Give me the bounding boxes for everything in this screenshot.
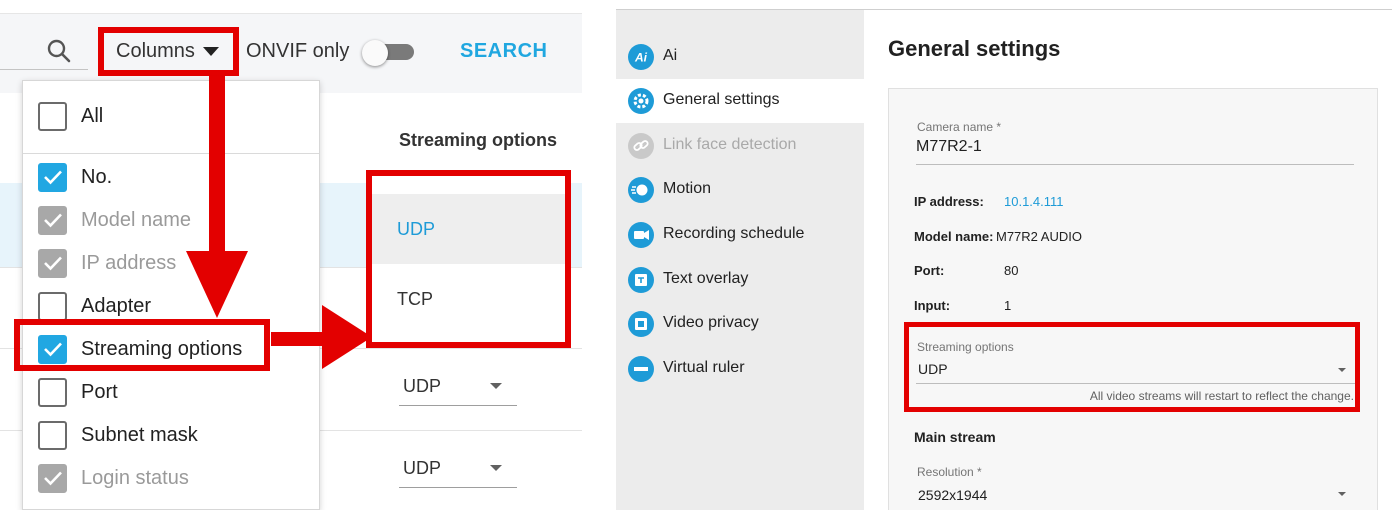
ip-address-key: IP address: bbox=[914, 194, 984, 209]
camera-name-field[interactable]: M77R2-1 bbox=[916, 138, 982, 156]
annotation-arrow-down-head bbox=[186, 251, 248, 318]
menu-divider bbox=[23, 153, 319, 154]
streaming-option-tcp[interactable]: TCP bbox=[372, 264, 565, 334]
option-label: Port bbox=[81, 381, 118, 403]
annotation-arrow-down bbox=[209, 76, 225, 256]
sidebar-item-label: Motion bbox=[663, 180, 712, 197]
checkbox-checked-icon bbox=[38, 163, 67, 192]
column-option-port[interactable]: Port bbox=[23, 374, 319, 417]
resolution-select[interactable]: 2592x1944 bbox=[918, 487, 987, 503]
camera-settings-panel: Ai Ai General settings Link face detecti… bbox=[616, 0, 1392, 510]
column-option-all[interactable]: All bbox=[23, 98, 319, 141]
caret-down-icon bbox=[202, 47, 219, 56]
streaming-option-udp[interactable]: UDP bbox=[372, 194, 565, 264]
input-key: Input: bbox=[914, 298, 951, 313]
svg-text:Ai: Ai bbox=[634, 51, 648, 65]
video-camera-icon bbox=[628, 222, 654, 248]
sidebar-item-label: Virtual ruler bbox=[663, 359, 745, 376]
annotation-highlight-streaming-options bbox=[904, 322, 1360, 412]
ip-address-link[interactable]: 10.1.4.111 bbox=[1004, 194, 1064, 209]
ai-icon: Ai bbox=[628, 44, 654, 70]
annotation-highlight-streaming-option bbox=[14, 319, 270, 371]
camera-list-panel: Columns ONVIF only SEARCH Streaming opti… bbox=[0, 0, 582, 510]
streaming-select-value: UDP bbox=[403, 458, 442, 478]
search-icon[interactable] bbox=[46, 38, 72, 64]
column-option-subnet-mask[interactable]: Subnet mask bbox=[23, 417, 319, 460]
streaming-options-column-header[interactable]: Streaming options bbox=[399, 130, 557, 151]
checkbox-disabled-icon bbox=[38, 464, 67, 493]
sidebar-item-label: Ai bbox=[663, 47, 678, 64]
sidebar-item-label: Video privacy bbox=[663, 314, 759, 331]
toggle-knob bbox=[362, 40, 388, 66]
settings-sidebar: Ai Ai General settings Link face detecti… bbox=[616, 10, 864, 510]
checkbox-unchecked-icon bbox=[38, 378, 67, 407]
main-stream-title: Main stream bbox=[914, 429, 996, 445]
column-option-ip-address: IP address bbox=[23, 245, 319, 288]
ruler-icon bbox=[628, 356, 654, 382]
checkbox-disabled-icon bbox=[38, 249, 67, 278]
onvif-only-toggle[interactable] bbox=[362, 40, 414, 66]
port-value: 80 bbox=[1004, 263, 1019, 278]
panel-gap bbox=[582, 0, 616, 510]
model-name-key: Model name: bbox=[914, 229, 994, 244]
option-label: All bbox=[81, 105, 104, 127]
motion-icon bbox=[628, 177, 654, 203]
sidebar-item-text-overlay[interactable]: Text overlay bbox=[616, 258, 864, 302]
sidebar-item-general-settings[interactable]: General settings bbox=[616, 79, 864, 123]
privacy-mask-icon bbox=[628, 311, 654, 337]
resolution-label: Resolution * bbox=[917, 465, 982, 479]
sidebar-item-label: Recording schedule bbox=[663, 225, 805, 242]
search-input[interactable] bbox=[0, 69, 88, 70]
option-label: Adapter bbox=[81, 295, 152, 317]
streaming-select[interactable]: UDP bbox=[399, 372, 517, 406]
text-overlay-icon bbox=[628, 267, 654, 293]
dropdown-arrow-icon bbox=[490, 383, 502, 389]
column-option-login-status: Login status bbox=[23, 460, 319, 503]
camera-name-label: Camera name * bbox=[917, 120, 1002, 134]
sidebar-item-video-privacy[interactable]: Video privacy bbox=[616, 302, 864, 346]
search-button[interactable]: SEARCH bbox=[460, 40, 547, 63]
column-option-no[interactable]: No. bbox=[23, 159, 319, 202]
option-label: No. bbox=[81, 166, 113, 188]
sidebar-item-label: Text overlay bbox=[663, 270, 749, 287]
dropdown-arrow-icon bbox=[490, 465, 502, 471]
model-name-value: M77R2 AUDIO bbox=[996, 229, 1082, 244]
sidebar-item-virtual-ruler[interactable]: Virtual ruler bbox=[616, 347, 864, 391]
link-icon bbox=[628, 133, 654, 159]
sidebar-item-label: General settings bbox=[663, 91, 780, 108]
annotation-arrow-right bbox=[271, 332, 327, 346]
sidebar-item-ai[interactable]: Ai Ai bbox=[616, 35, 864, 79]
annotation-arrow-right-head bbox=[322, 305, 372, 369]
option-label: Model name bbox=[81, 209, 192, 231]
option-label: Login status bbox=[81, 467, 189, 489]
port-key: Port: bbox=[914, 263, 945, 278]
column-option-model-name: Model name bbox=[23, 202, 319, 245]
onvif-only-label: ONVIF only bbox=[246, 40, 350, 62]
screenshot-root: Columns ONVIF only SEARCH Streaming opti… bbox=[0, 0, 1392, 510]
columns-label: Columns bbox=[116, 40, 195, 62]
streaming-select-value: UDP bbox=[403, 376, 442, 396]
streaming-select[interactable]: UDP bbox=[399, 454, 517, 488]
streaming-options-menu: UDP TCP bbox=[366, 170, 571, 348]
option-label: IP address bbox=[81, 252, 177, 274]
sidebar-item-motion[interactable]: Motion bbox=[616, 168, 864, 212]
gear-icon bbox=[628, 88, 654, 114]
sidebar-item-recording-schedule[interactable]: Recording schedule bbox=[616, 213, 864, 257]
camera-name-underline bbox=[916, 164, 1354, 165]
checkbox-unchecked-icon bbox=[38, 102, 67, 131]
columns-button[interactable]: Columns bbox=[98, 27, 239, 76]
page-title: General settings bbox=[888, 36, 1061, 61]
sidebar-item-link-face-detection: Link face detection bbox=[616, 124, 864, 168]
checkbox-unchecked-icon bbox=[38, 421, 67, 450]
checkbox-unchecked-icon bbox=[38, 292, 67, 321]
sidebar-item-label: Link face detection bbox=[663, 136, 797, 153]
option-label: Subnet mask bbox=[81, 424, 198, 446]
input-value: 1 bbox=[1004, 298, 1012, 313]
dropdown-arrow-icon[interactable] bbox=[1338, 492, 1346, 496]
checkbox-disabled-icon bbox=[38, 206, 67, 235]
columns-menu: All No. Model name IP address Adapter St… bbox=[22, 80, 320, 510]
